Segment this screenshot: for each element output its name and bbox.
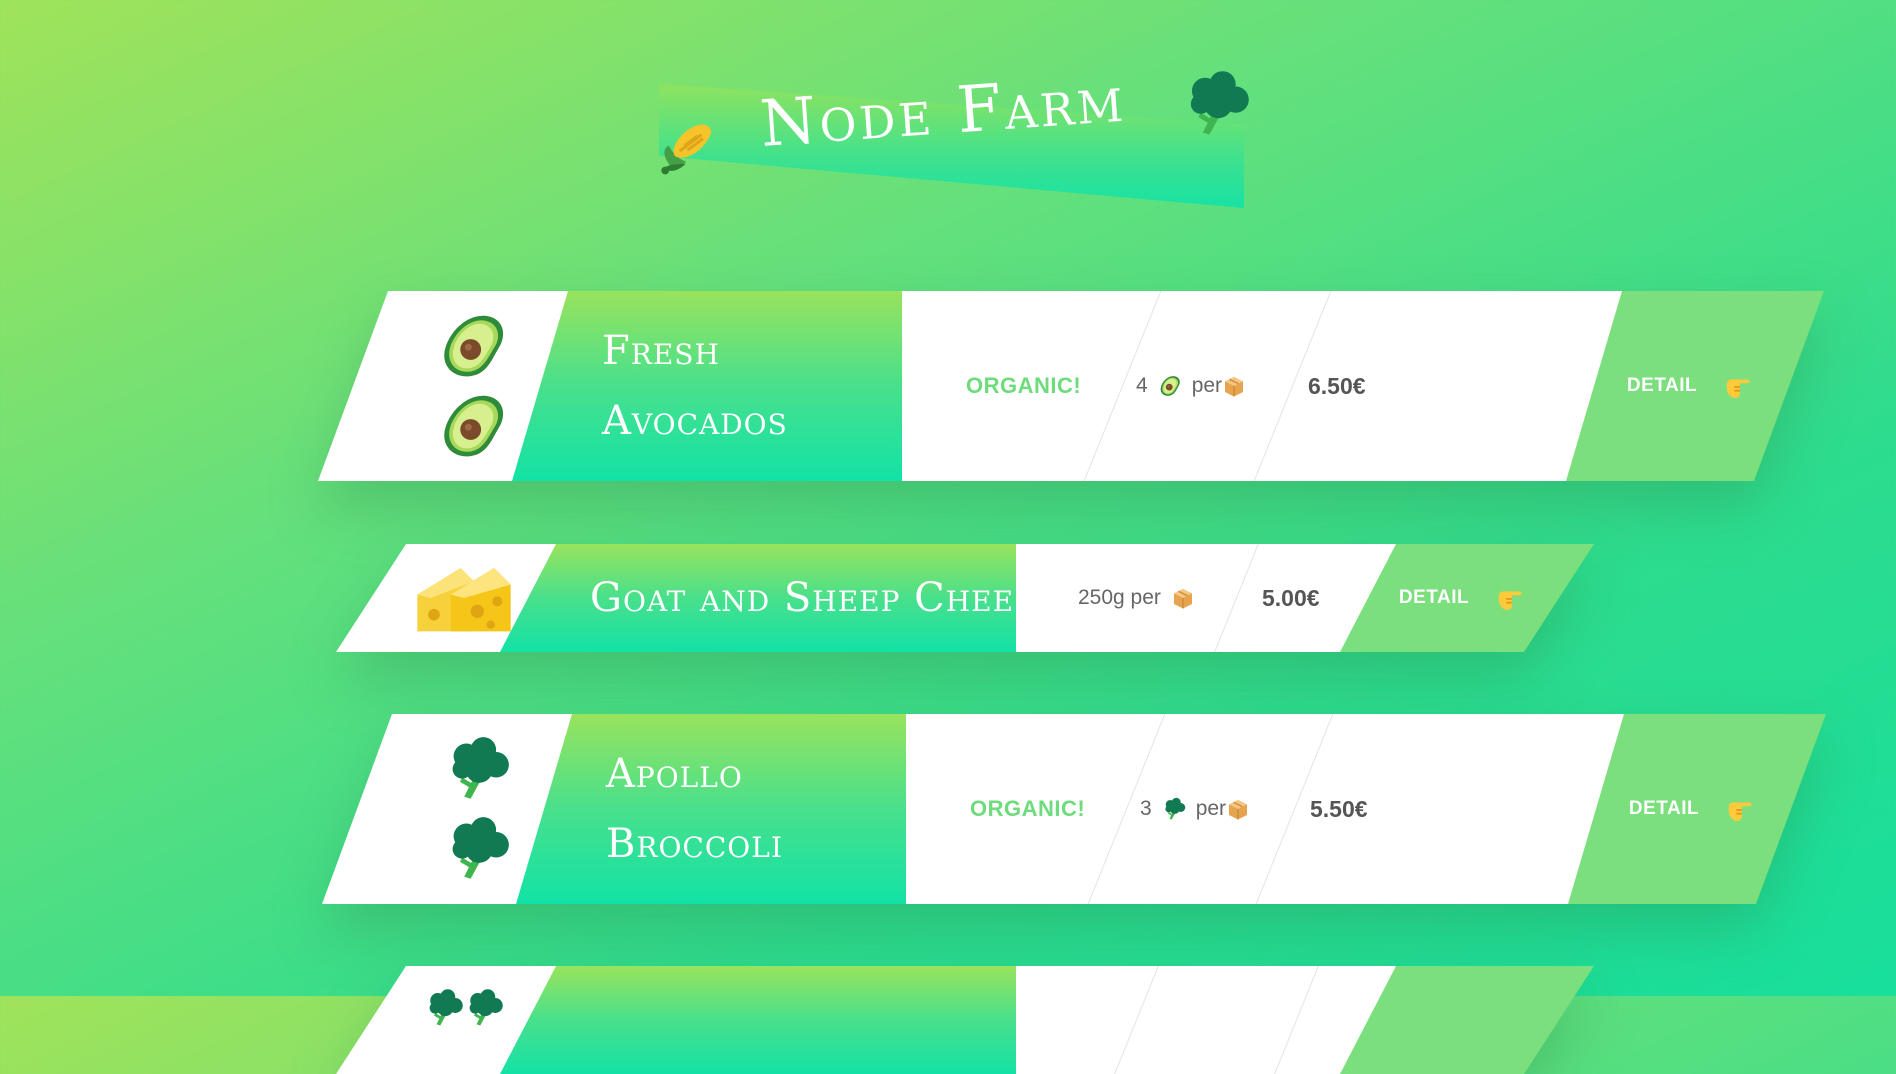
product-price: 6.50€: [1308, 372, 1366, 399]
detail-label: DETAIL: [1398, 587, 1470, 608]
box-icon: [1226, 797, 1250, 821]
product-name-line: Apollo: [606, 751, 743, 797]
product-name[interactable]: [500, 966, 1072, 1074]
product-card: Fresh Avocados ORGANIC! 4 per 6.50€ DETA…: [318, 291, 1824, 481]
broccoli-icon: [1181, 64, 1251, 144]
cheese-icon: [409, 558, 519, 638]
product-info: ORGANIC! 3 per 5.50€: [906, 714, 1624, 904]
product-name[interactable]: Goat and Sheep Cheese: [500, 544, 1072, 652]
product-name-line: Broccoli: [606, 821, 783, 867]
product-quantity: 4 per: [1136, 367, 1266, 405]
product-name-line: Fresh: [602, 328, 720, 374]
broccoli-icon: [443, 812, 511, 886]
product-name[interactable]: Apollo Broccoli: [516, 714, 962, 904]
box-icon: [1222, 374, 1246, 398]
product-quantity: 3 per: [1140, 790, 1270, 828]
product-info: [1016, 966, 1396, 1074]
corn-icon: [650, 104, 723, 192]
product-card: [336, 966, 1594, 1074]
broccoli-icon: [443, 732, 511, 806]
pointing-hand-icon: [1723, 371, 1753, 401]
broccoli-icon: [464, 988, 504, 1028]
product-price: 5.00€: [1262, 584, 1320, 611]
product-info: 250g per 5.00€: [1016, 544, 1396, 652]
broccoli-icon: [1162, 797, 1186, 821]
product-name-line: Avocados: [602, 398, 788, 444]
pointing-hand-icon: [1495, 583, 1525, 613]
avocado-icon: [436, 309, 510, 383]
detail-label: DETAIL: [1626, 375, 1698, 396]
product-card: Goat and Sheep Cheese 250g per 5.00€ DET…: [336, 544, 1594, 652]
box-icon: [1171, 586, 1195, 610]
product-card: Apollo Broccoli ORGANIC! 3 per 5.50€ DET…: [322, 714, 1826, 904]
product-price: 5.50€: [1310, 795, 1368, 822]
pointing-hand-icon: [1725, 794, 1755, 824]
avocado-icon: [1158, 374, 1182, 398]
organic-badge: ORGANIC!: [966, 373, 1082, 398]
product-name[interactable]: Fresh Avocados: [512, 291, 958, 481]
broccoli-icon: [424, 988, 464, 1028]
detail-label: DETAIL: [1628, 798, 1700, 819]
organic-badge: ORGANIC!: [970, 796, 1086, 821]
header: Node Farm: [655, 63, 1245, 218]
product-info: ORGANIC! 4 per 6.50€: [902, 291, 1622, 481]
avocado-icon: [436, 389, 510, 463]
product-name-line: Goat and Sheep Cheese: [590, 575, 1056, 621]
product-quantity: 250g per: [1078, 579, 1195, 617]
